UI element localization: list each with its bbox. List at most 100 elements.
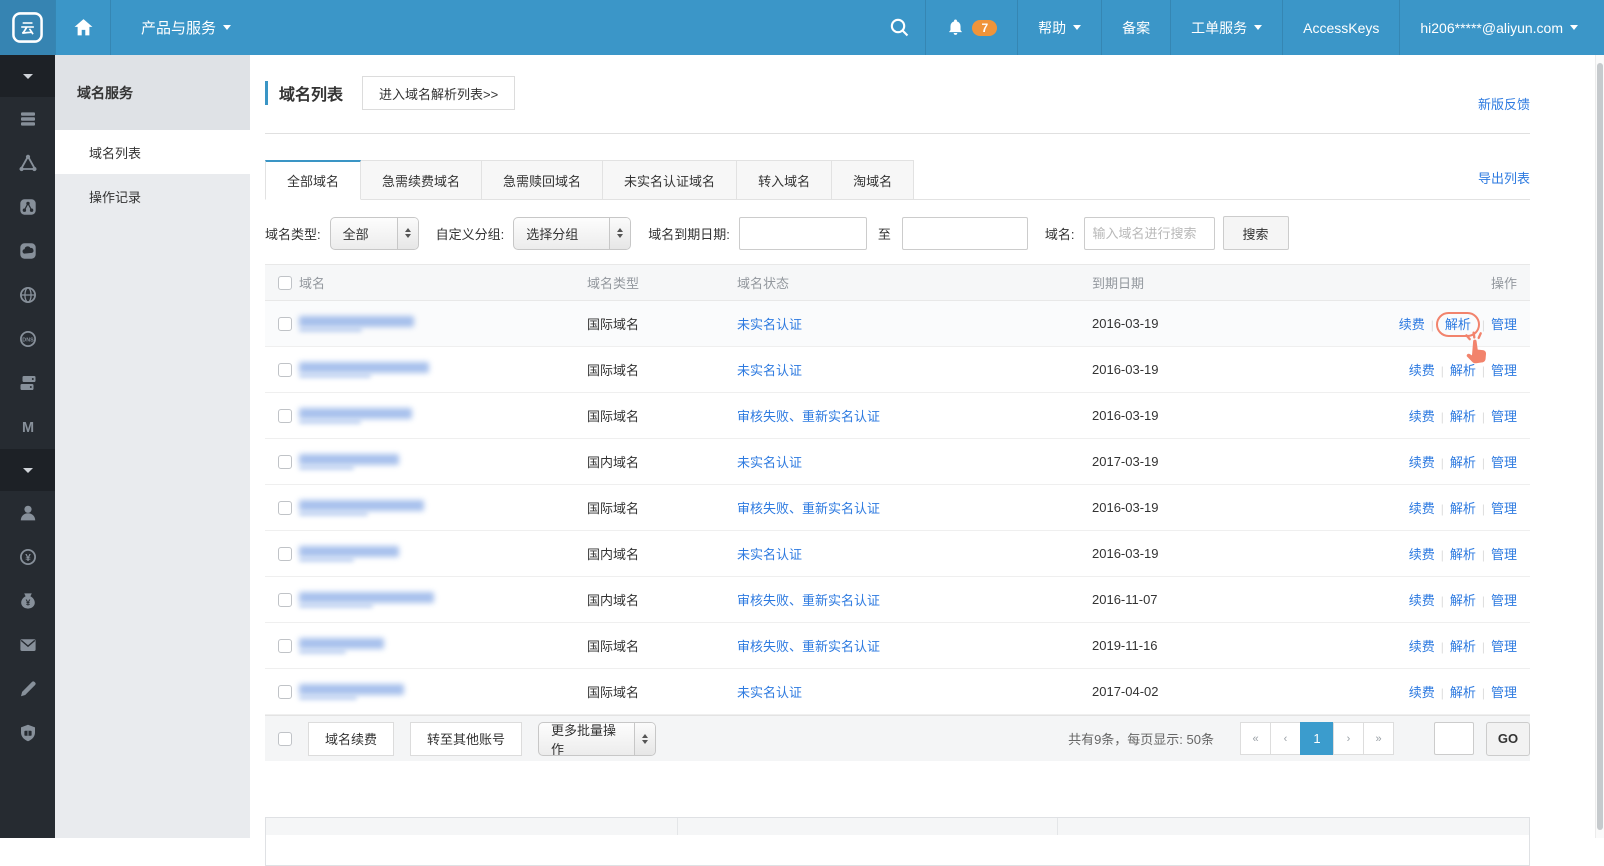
export-list-link[interactable]: 导出列表 (1478, 168, 1530, 191)
letter-m-icon[interactable]: M (0, 405, 55, 449)
more-batch-actions-select[interactable]: 更多批量操作 (538, 722, 656, 756)
notifications-button[interactable]: 7 (925, 0, 1017, 55)
blurred-domain-name[interactable] (299, 454, 399, 470)
row-checkbox[interactable] (278, 547, 292, 561)
domain-status-link[interactable]: 审核失败、重新实名认证 (737, 501, 880, 516)
help-menu[interactable]: 帮助 (1017, 0, 1101, 55)
first-page-button[interactable]: « (1240, 722, 1271, 755)
tab-急需续费域名[interactable]: 急需续费域名 (361, 160, 482, 200)
action-续费-link[interactable]: 续费 (1409, 501, 1435, 516)
money-bag-icon[interactable]: ¥ (0, 579, 55, 623)
sidebar-section-toggle[interactable] (0, 55, 55, 97)
pencil-icon[interactable] (0, 667, 55, 711)
action-管理-link[interactable]: 管理 (1491, 639, 1517, 654)
subnav-item-操作记录[interactable]: 操作记录 (55, 174, 250, 218)
action-续费-link[interactable]: 续费 (1409, 455, 1435, 470)
search-button[interactable] (873, 0, 925, 55)
mail-icon[interactable] (0, 623, 55, 667)
current-page-button[interactable]: 1 (1300, 722, 1334, 755)
share-nodes-icon[interactable] (0, 185, 55, 229)
transfer-account-button[interactable]: 转至其他账号 (410, 722, 522, 756)
action-管理-link[interactable]: 管理 (1491, 363, 1517, 378)
row-checkbox[interactable] (278, 593, 292, 607)
last-page-button[interactable]: » (1363, 722, 1394, 755)
batch-renew-button[interactable]: 域名续费 (308, 722, 394, 756)
next-page-button[interactable]: › (1333, 722, 1364, 755)
blurred-domain-name[interactable] (299, 546, 399, 562)
domain-status-link[interactable]: 审核失败、重新实名认证 (737, 409, 880, 424)
server-stack-icon[interactable] (0, 361, 55, 405)
user-icon[interactable] (0, 491, 55, 535)
domain-status-link[interactable]: 审核失败、重新实名认证 (737, 639, 880, 654)
products-menu[interactable]: 产品与服务 (110, 0, 261, 55)
action-解析-link[interactable]: 解析 (1450, 639, 1476, 654)
footer-select-all-checkbox[interactable] (278, 732, 292, 746)
domain-type-select[interactable]: 全部 (330, 217, 419, 250)
globe-icon[interactable] (0, 273, 55, 317)
action-管理-link[interactable]: 管理 (1491, 409, 1517, 424)
action-解析-link[interactable]: 解析 (1450, 593, 1476, 608)
action-管理-link[interactable]: 管理 (1491, 317, 1517, 332)
domain-status-link[interactable]: 未实名认证 (737, 317, 802, 332)
aliyun-logo[interactable]: 云 (0, 0, 55, 55)
home-button[interactable] (55, 0, 110, 55)
select-all-checkbox[interactable] (278, 276, 292, 290)
action-解析-link[interactable]: 解析 (1450, 547, 1476, 562)
feedback-link[interactable]: 新版反馈 (1478, 94, 1530, 113)
domain-status-link[interactable]: 未实名认证 (737, 685, 802, 700)
action-续费-link[interactable]: 续费 (1409, 409, 1435, 424)
triangle-nodes-icon[interactable] (0, 141, 55, 185)
cloud-disk-icon[interactable] (0, 229, 55, 273)
domain-status-link[interactable]: 未实名认证 (737, 547, 802, 562)
action-续费-link[interactable]: 续费 (1409, 639, 1435, 654)
domain-status-link[interactable]: 审核失败、重新实名认证 (737, 593, 880, 608)
action-解析-link[interactable]: 解析 (1450, 455, 1476, 470)
action-续费-link[interactable]: 续费 (1409, 685, 1435, 700)
prev-page-button[interactable]: ‹ (1270, 722, 1301, 755)
shield-icon[interactable] (0, 711, 55, 755)
server-list-icon[interactable] (0, 97, 55, 141)
expire-date-from-input[interactable] (739, 217, 867, 250)
enter-dns-list-button[interactable]: 进入域名解析列表>> (362, 76, 515, 110)
row-checkbox[interactable] (278, 409, 292, 423)
action-管理-link[interactable]: 管理 (1491, 455, 1517, 470)
domain-status-link[interactable]: 未实名认证 (737, 363, 802, 378)
blurred-domain-name[interactable] (299, 592, 434, 608)
dns-icon[interactable]: DNS (0, 317, 55, 361)
action-管理-link[interactable]: 管理 (1491, 547, 1517, 562)
tab-未实名认证域名[interactable]: 未实名认证域名 (603, 160, 737, 200)
beian-link[interactable]: 备案 (1101, 0, 1170, 55)
action-管理-link[interactable]: 管理 (1491, 685, 1517, 700)
action-管理-link[interactable]: 管理 (1491, 593, 1517, 608)
action-续费-link[interactable]: 续费 (1399, 317, 1425, 332)
accesskeys-link[interactable]: AccessKeys (1282, 0, 1399, 55)
search-button[interactable]: 搜索 (1223, 216, 1289, 250)
blurred-domain-name[interactable] (299, 408, 412, 424)
domain-status-link[interactable]: 未实名认证 (737, 455, 802, 470)
sidebar-section-toggle[interactable] (0, 449, 55, 491)
custom-group-select[interactable]: 选择分组 (513, 217, 631, 250)
tab-急需赎回域名[interactable]: 急需赎回域名 (482, 160, 603, 200)
action-解析-link[interactable]: 解析 (1450, 501, 1476, 516)
action-续费-link[interactable]: 续费 (1409, 363, 1435, 378)
row-checkbox[interactable] (278, 455, 292, 469)
action-管理-link[interactable]: 管理 (1491, 501, 1517, 516)
expire-date-to-input[interactable] (902, 217, 1028, 250)
action-续费-link[interactable]: 续费 (1409, 593, 1435, 608)
blurred-domain-name[interactable] (299, 316, 414, 332)
go-button[interactable]: GO (1486, 722, 1530, 756)
yen-circle-icon[interactable]: ¥ (0, 535, 55, 579)
page-jump-input[interactable] (1434, 722, 1474, 755)
domain-search-input[interactable] (1084, 217, 1215, 250)
row-checkbox[interactable] (278, 639, 292, 653)
action-续费-link[interactable]: 续费 (1409, 547, 1435, 562)
scrollbar-thumb[interactable] (1597, 63, 1603, 830)
action-解析-link[interactable]: 解析 (1450, 409, 1476, 424)
ticket-menu[interactable]: 工单服务 (1170, 0, 1282, 55)
tab-全部域名[interactable]: 全部域名 (265, 160, 361, 200)
action-解析-link[interactable]: 解析 (1450, 685, 1476, 700)
tab-转入域名[interactable]: 转入域名 (737, 160, 832, 200)
row-checkbox[interactable] (278, 501, 292, 515)
subnav-item-域名列表[interactable]: 域名列表 (55, 130, 250, 174)
tab-淘域名[interactable]: 淘域名 (832, 160, 914, 200)
